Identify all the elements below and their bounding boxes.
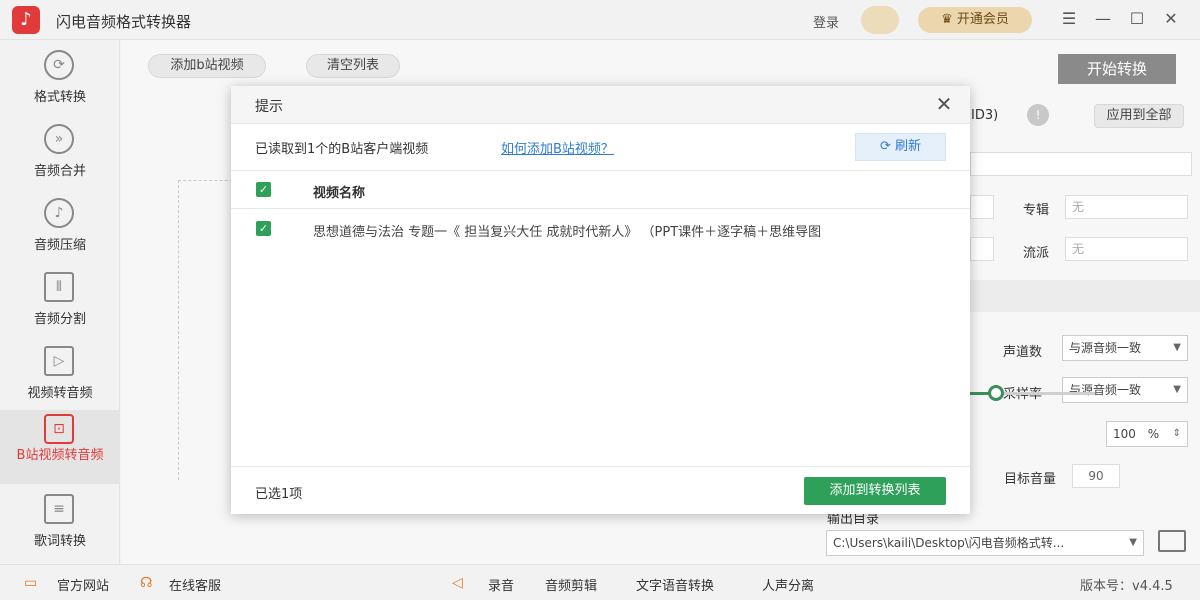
- row-checkbox[interactable]: ✓: [256, 221, 271, 236]
- table-header: ✓ 视频名称: [231, 171, 970, 209]
- close-icon[interactable]: ✕: [932, 92, 956, 116]
- refresh-button-label: 刷新: [895, 139, 922, 154]
- refresh-button[interactable]: ⟳ 刷新: [855, 133, 946, 161]
- select-all-checkbox[interactable]: ✓: [256, 182, 271, 197]
- video-name-cell: 思想道德与法治 专题一《 担当复兴大任 成就时代新人》 （PPT课件＋逐字稿＋思…: [313, 225, 822, 240]
- selected-count: 已选1项: [255, 487, 303, 502]
- add-to-convert-list-button[interactable]: 添加到转换列表: [804, 477, 946, 505]
- help-link[interactable]: 如何添加B站视频？: [501, 138, 614, 157]
- divider: [231, 466, 970, 467]
- bilibili-import-dialog: 提示 ✕ 已读取到1个的B站客户端视频 如何添加B站视频？ ⟳ 刷新 ✓ 视频名…: [231, 86, 970, 514]
- column-header-video-name: 视频名称: [313, 186, 366, 201]
- dialog-header: 提示 ✕: [231, 86, 970, 124]
- dialog-title: 提示: [255, 99, 283, 115]
- refresh-icon: ⟳: [879, 139, 891, 154]
- dialog-info-text: 已读取到1个的B站客户端视频: [255, 142, 429, 157]
